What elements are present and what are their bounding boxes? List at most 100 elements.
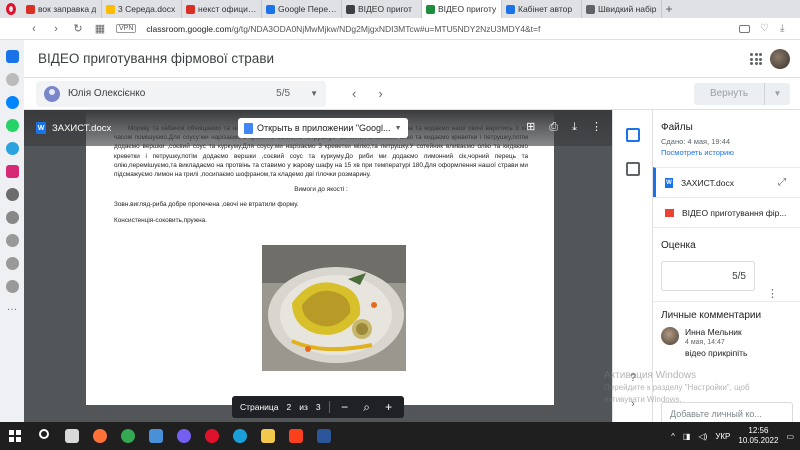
clock-icon[interactable] <box>5 257 19 270</box>
add-comment-icon[interactable]: ⊞ <box>526 122 535 133</box>
document-name: ЗАХИСТ.docx <box>52 122 112 134</box>
telegram-icon[interactable] <box>5 142 19 155</box>
comments-panel-icon[interactable] <box>625 162 640 176</box>
requirements-title: Вимоги до якості : <box>294 186 348 194</box>
student-selector[interactable]: Юлія Олексієнко 5/5 ▼ <box>36 80 326 107</box>
camera-icon[interactable] <box>739 24 750 33</box>
vpn-badge[interactable]: VPN <box>116 24 137 33</box>
open-with-button[interactable]: Открыть в приложении "Googl... ▼ <box>238 118 408 138</box>
opera-menu-icon[interactable] <box>0 0 22 18</box>
network-icon[interactable]: ◨ <box>683 432 691 441</box>
history-icon[interactable] <box>5 211 19 224</box>
heart-icon[interactable]: ♡ <box>760 23 770 34</box>
private-comments-title: Личные комментарии <box>661 310 762 321</box>
page-title: ВІДЕО приготування фірмової страви <box>38 51 275 66</box>
student-name: Юлія Олексієнко <box>68 88 146 99</box>
opera-icon[interactable] <box>198 429 226 443</box>
comment: Инна Мельник 4 мая, 14:47 <box>653 321 800 346</box>
tab-label: ВІДЕО приготу <box>438 4 497 14</box>
reload-icon[interactable]: ↻ <box>72 22 84 35</box>
yandex-icon[interactable] <box>282 429 310 443</box>
grade-title: Оценка <box>661 240 696 251</box>
browser-tab-strip: вок заправка д 3 Середа.docx некст официал… <box>0 0 800 18</box>
zoom-out-icon[interactable]: − <box>338 400 352 414</box>
tab-favicon-icon <box>186 4 195 14</box>
divider <box>328 401 330 413</box>
download-icon[interactable]: ⤓ <box>780 23 790 34</box>
viber-icon-glyph <box>177 429 191 443</box>
comment-time: 4 мая, 14:47 <box>685 339 725 346</box>
return-button[interactable]: Вернуть <box>694 82 764 105</box>
browser-tab[interactable]: 3 Середа.docx <box>102 0 182 18</box>
previous-student-icon[interactable]: ‹ <box>352 86 356 101</box>
file-item-word[interactable]: W ЗАХИСТ.docx ⤢ <box>653 167 800 197</box>
taskbar-apps <box>30 429 338 443</box>
language-indicator[interactable]: УКР <box>715 432 730 441</box>
page-current[interactable]: 2 <box>287 402 292 412</box>
edge-icon[interactable] <box>226 429 254 443</box>
file-explorer-icon[interactable] <box>254 429 282 443</box>
more-icon[interactable]: … <box>6 302 19 316</box>
task-view-icon[interactable] <box>58 429 86 443</box>
google-apps-icon[interactable] <box>750 53 762 65</box>
watermark-title: Активация Windows <box>604 370 697 381</box>
open-external-icon[interactable]: ⤢ <box>778 177 786 188</box>
word-icon[interactable] <box>310 429 338 443</box>
grade-input[interactable]: 5/5 <box>661 261 755 291</box>
account-avatar[interactable] <box>770 49 790 69</box>
browser-tab[interactable]: ВІДЕО пригот <box>342 0 422 18</box>
browser-tab[interactable]: Кабінет автор <box>502 0 582 18</box>
grade-more-icon[interactable]: ⋮ <box>767 287 778 300</box>
back-icon[interactable]: ‹ <box>28 23 40 35</box>
system-tray: ^ ◨ ◁) УКР 12:56 10.05.2022 ▭ <box>671 426 800 446</box>
notifications-icon[interactable]: ▭ <box>786 432 794 441</box>
start-button[interactable] <box>0 430 30 442</box>
return-dropdown-icon[interactable]: ▼ <box>764 82 790 105</box>
clock-time: 12:56 <box>748 426 769 435</box>
player-icon[interactable] <box>5 188 19 201</box>
messenger-icon[interactable] <box>5 96 19 109</box>
view-history-link[interactable]: Посмотреть историю <box>653 146 800 157</box>
volume-icon[interactable]: ◁) <box>698 432 707 441</box>
clock[interactable]: 12:56 10.05.2022 <box>738 426 778 446</box>
word-doc-icon: W <box>36 122 46 134</box>
photos-icon[interactable] <box>142 429 170 443</box>
file-item-video[interactable]: ВІДЕО приготування фір... <box>653 197 800 227</box>
print-icon[interactable]: ⎙ <box>549 122 558 133</box>
home-icon[interactable] <box>5 50 19 63</box>
instagram-icon[interactable] <box>5 165 19 178</box>
browser-tab[interactable]: Швидкий набір <box>582 0 662 18</box>
viber-icon[interactable] <box>170 429 198 443</box>
app-icon[interactable] <box>5 73 19 86</box>
url-field[interactable]: classroom.google.com/g/tg/NDA3ODA0NjMwMj… <box>146 24 540 34</box>
file-name: ВІДЕО приготування фір... <box>682 207 787 218</box>
next-student-icon[interactable]: › <box>378 86 382 101</box>
browser-tab[interactable]: ВІДЕО приготу <box>422 0 502 18</box>
new-tab-button[interactable]: + <box>662 0 676 18</box>
browser-tab[interactable]: Google Перевод <box>262 0 342 18</box>
browser-tab[interactable]: некст официал <box>182 0 262 18</box>
firefox-icon[interactable] <box>86 429 114 443</box>
return-button-group: Вернуть ▼ <box>694 82 790 105</box>
settings-icon[interactable] <box>5 280 19 293</box>
tab-favicon-icon <box>346 4 355 14</box>
more-options-icon[interactable]: ⋮ <box>591 122 602 133</box>
files-panel-icon[interactable] <box>625 128 640 142</box>
viewer-toolbar: W ЗАХИСТ.docx Открыть в приложении "Goog… <box>24 110 612 146</box>
tab-favicon-icon <box>586 4 595 14</box>
forward-icon[interactable]: › <box>50 23 62 35</box>
search-icon[interactable] <box>30 429 58 443</box>
opera-icon-glyph <box>205 429 219 443</box>
comment-text: відео прикріпіть <box>685 348 748 358</box>
chrome-icon[interactable] <box>114 429 142 443</box>
dish-photo <box>262 245 406 371</box>
zoom-in-icon[interactable]: + <box>382 400 396 414</box>
heart-icon[interactable] <box>5 234 19 247</box>
download-icon[interactable]: ⤓ <box>572 122 577 133</box>
tabs-grid-icon[interactable]: ▦ <box>94 22 106 35</box>
chevron-up-icon[interactable]: ^ <box>671 432 675 441</box>
browser-tab[interactable]: вок заправка д <box>22 0 102 18</box>
zoom-icon[interactable]: ⌕ <box>360 400 374 415</box>
whatsapp-icon[interactable] <box>5 119 19 132</box>
classroom-header: ВІДЕО приготування фірмової страви <box>24 40 800 78</box>
